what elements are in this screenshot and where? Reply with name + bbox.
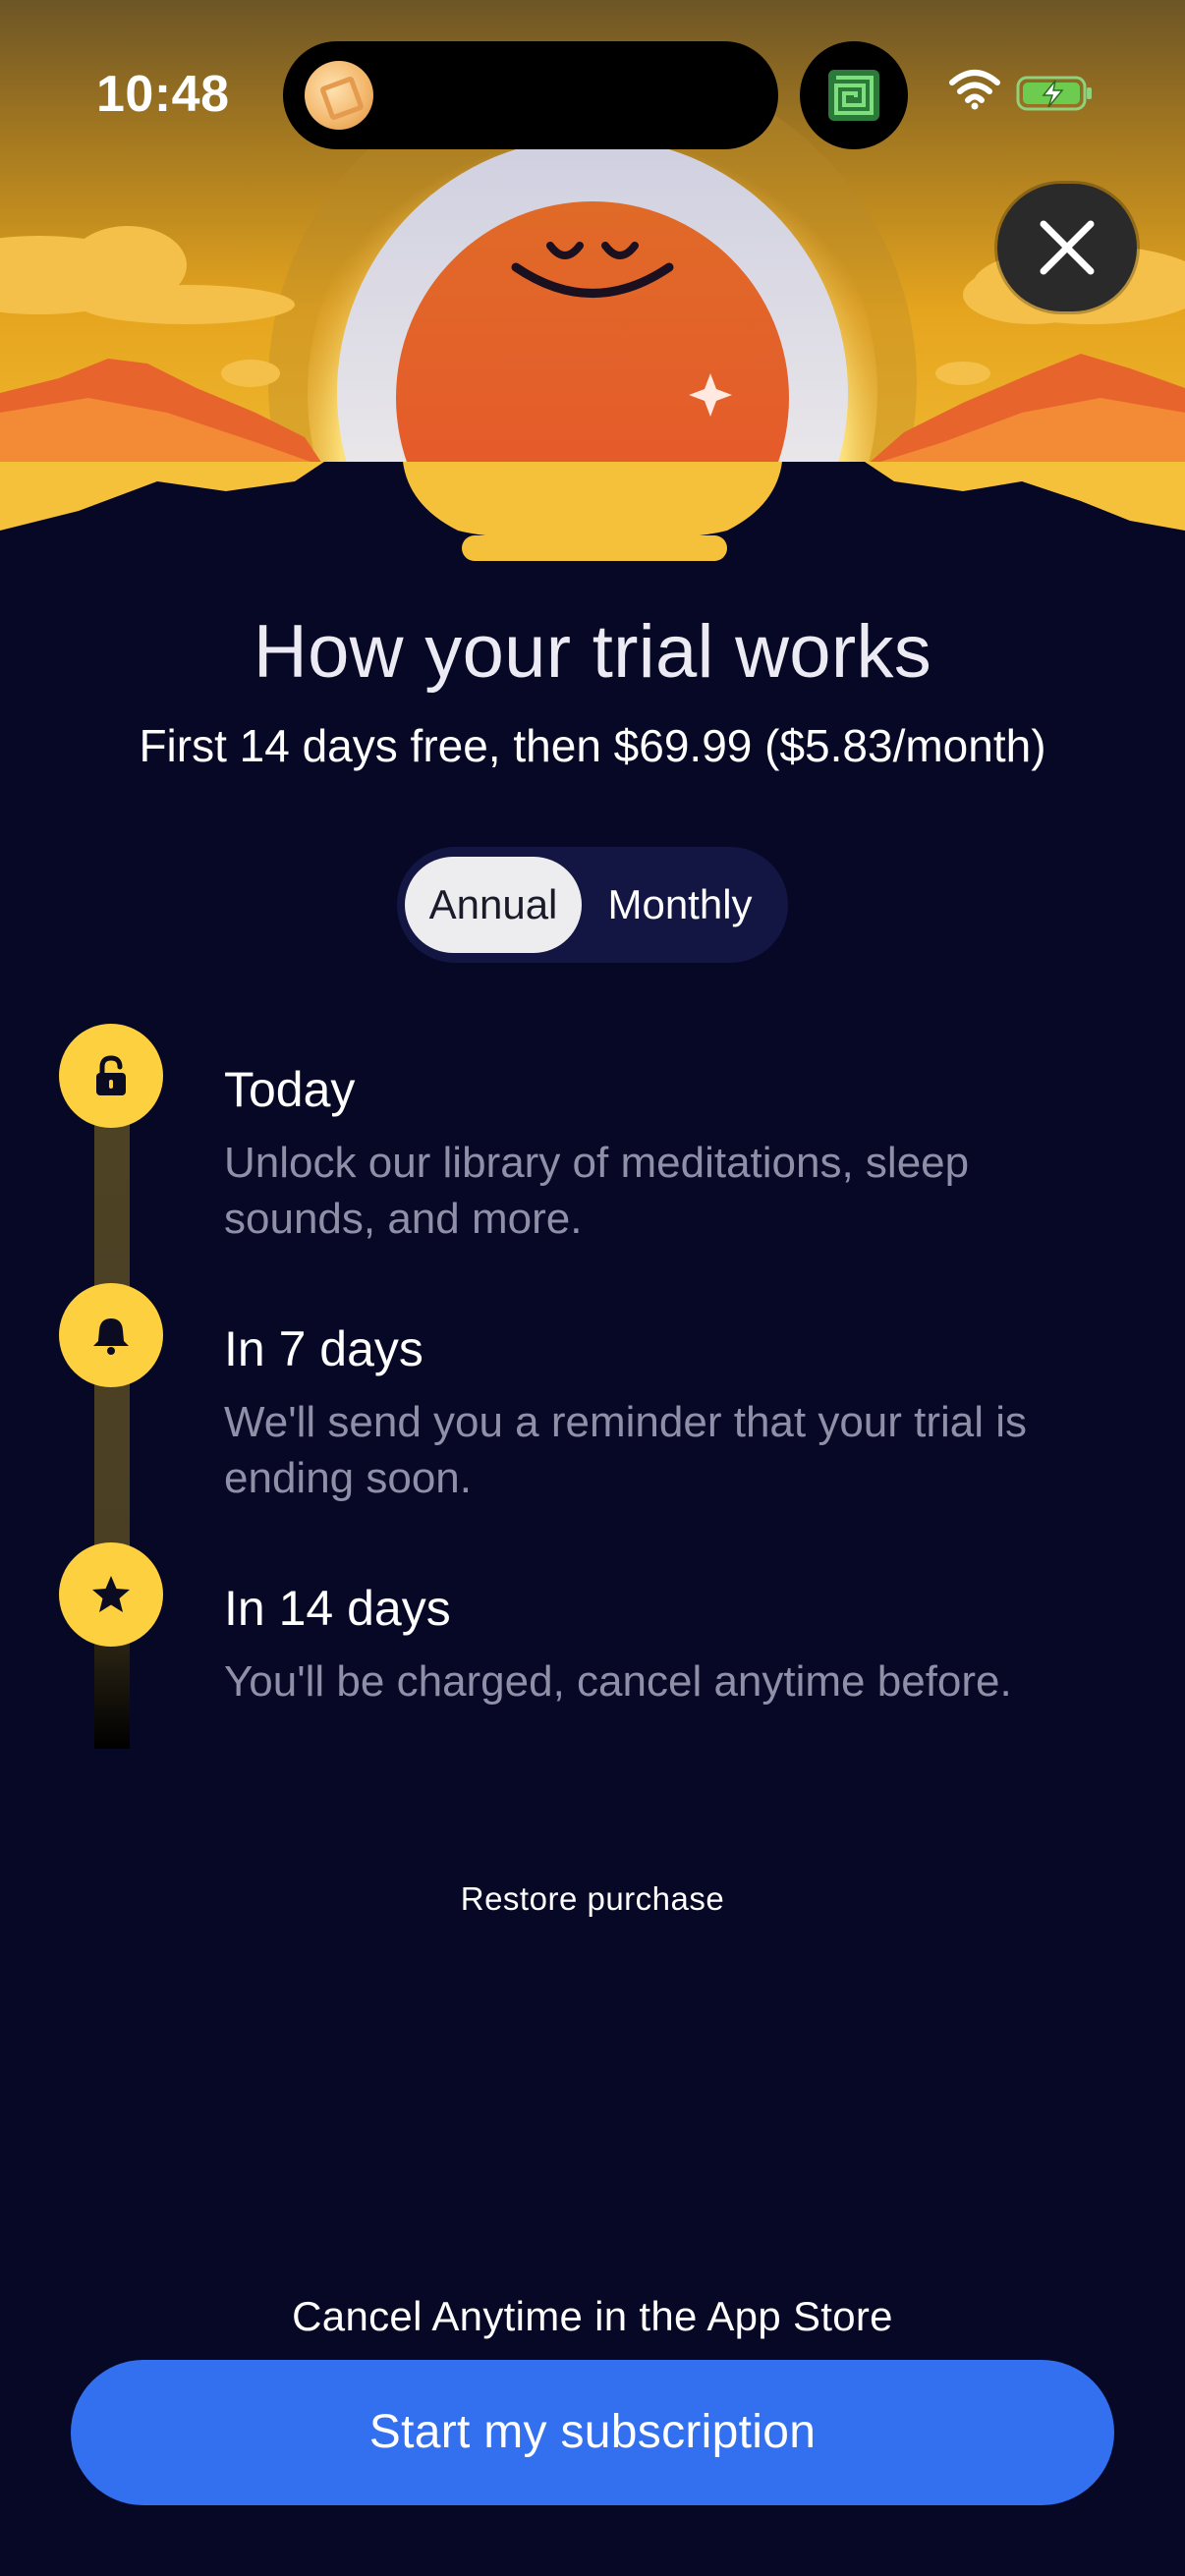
maze-icon [828,70,879,121]
timeline-step-reminder-badge [59,1283,163,1387]
status-bar: 10:48 [0,0,1185,187]
timeline-step-description: Unlock our library of meditations, sleep… [224,1139,970,1243]
restore-purchase-link[interactable]: Restore purchase [0,1880,1185,1918]
unlock-icon [96,1055,126,1095]
timeline-step-description: We'll send you a reminder that your tria… [224,1398,1028,1502]
timeline-step-today-badge [59,1024,163,1128]
timeline-step-charge-badge [59,1542,163,1647]
timeline-step-title: Today [224,1062,356,1117]
status-time: 10:48 [96,66,230,123]
star-icon [92,1576,130,1612]
app-indicator [800,41,908,149]
plan-toggle: Annual Monthly [397,847,788,963]
start-subscription-button[interactable]: Start my subscription [71,2360,1114,2505]
close-button[interactable] [997,184,1137,311]
timeline-step-title: In 14 days [224,1581,451,1636]
timeline-step-description: You'll be charged, cancel anytime before… [224,1657,1012,1706]
battery-charging-icon [1016,76,1092,111]
bell-icon [93,1318,129,1355]
live-activity-coin-icon [305,61,373,130]
plan-option-monthly[interactable]: Monthly [582,857,778,953]
pricing-subtitle: First 14 days free, then $69.99 ($5.83/m… [139,720,1046,771]
wifi-icon [949,70,1000,110]
close-icon [1040,220,1095,275]
timeline-track [94,1081,130,1749]
cancel-anytime-note: Cancel Anytime in the App Store [292,2293,893,2339]
timeline-step-title: In 7 days [224,1321,423,1376]
dynamic-island [283,41,778,149]
page-title: How your trial works [253,610,932,694]
plan-option-annual[interactable]: Annual [405,857,582,953]
